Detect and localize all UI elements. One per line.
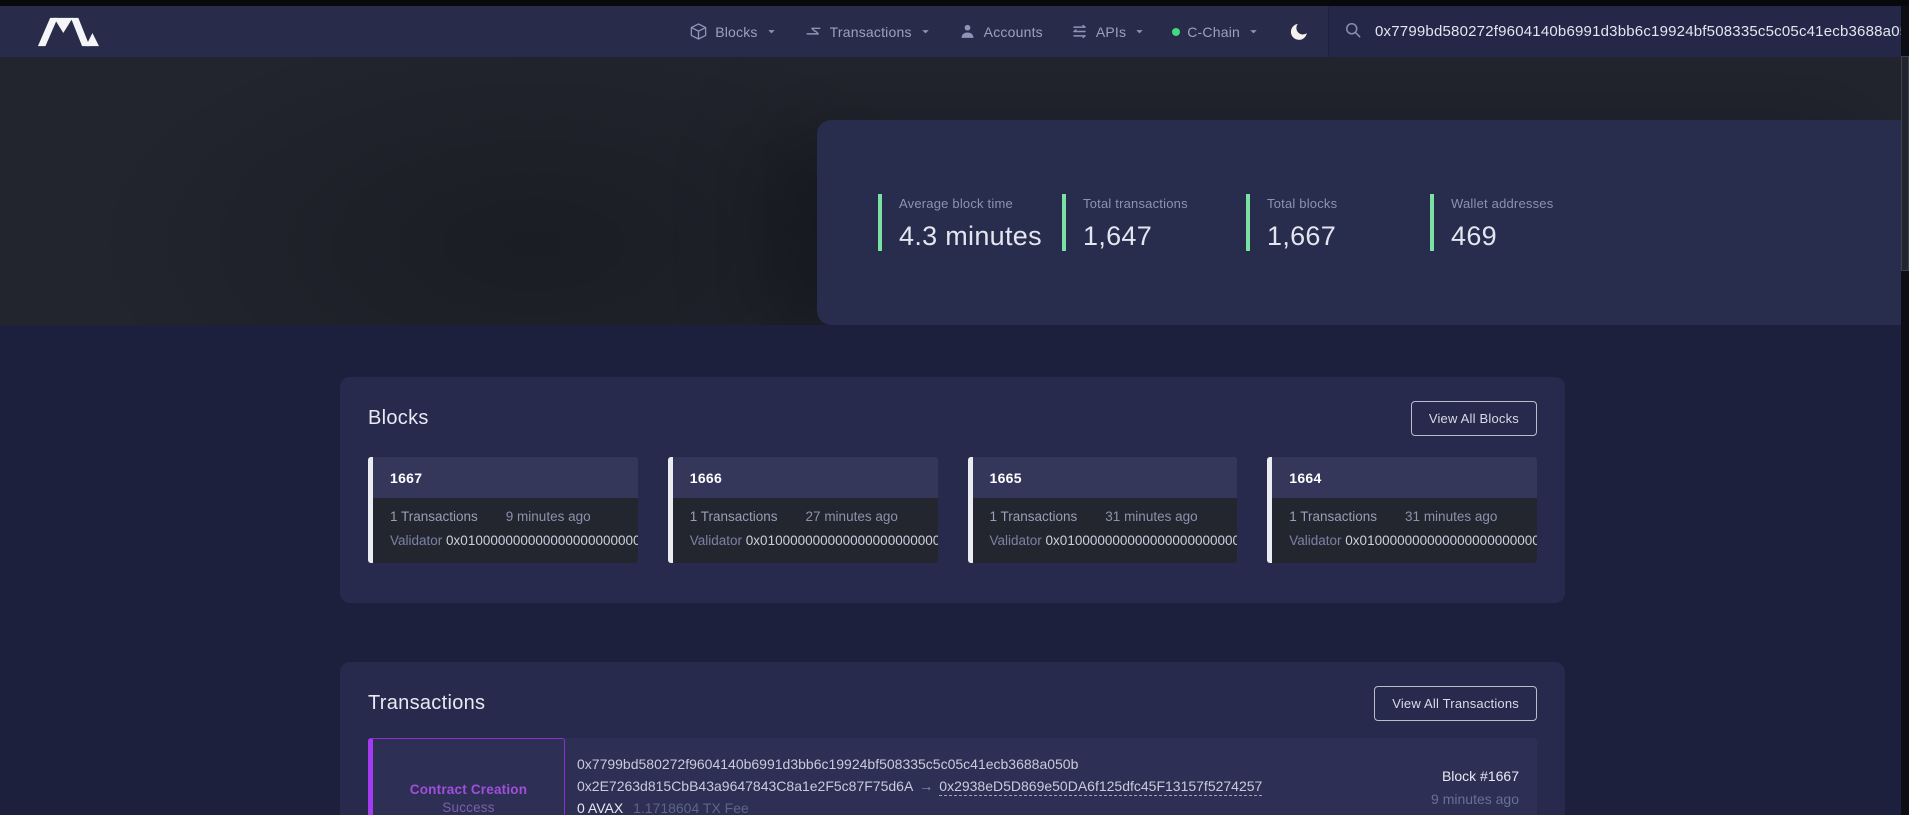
block-time-ago: 9 minutes ago xyxy=(506,509,591,524)
view-all-transactions-button[interactable]: View All Transactions xyxy=(1374,686,1537,721)
block-card[interactable]: 1664 1 Transactions 31 minutes ago Valid… xyxy=(1267,457,1537,563)
nav-blocks[interactable]: Blocks xyxy=(689,22,776,41)
api-lines-icon xyxy=(1070,22,1089,41)
nav-label: Transactions xyxy=(830,24,912,40)
transaction-hash[interactable]: 0x7799bd580272f9604140b6991d3bb6c19924bf… xyxy=(577,753,1332,775)
chevron-down-icon xyxy=(920,26,931,37)
transaction-time-ago: 9 minutes ago xyxy=(1332,791,1519,807)
hero-section: Average block time 4.3 minutes Total tra… xyxy=(0,57,1909,325)
chevron-down-icon xyxy=(1134,26,1145,37)
search-input[interactable]: 0x7799bd580272f9604140b6991d3bb6c19924bf… xyxy=(1328,6,1901,57)
blocks-title: Blocks xyxy=(368,407,429,430)
block-card[interactable]: 1667 1 Transactions 9 minutes ago Valida… xyxy=(368,457,638,563)
view-all-blocks-button[interactable]: View All Blocks xyxy=(1411,401,1537,436)
search-value: 0x7799bd580272f9604140b6991d3bb6c19924bf… xyxy=(1375,23,1901,40)
stats-panel: Average block time 4.3 minutes Total tra… xyxy=(817,120,1909,325)
avalanche-logo[interactable] xyxy=(37,15,99,49)
blocks-section-header: Blocks View All Blocks xyxy=(340,377,1565,436)
nav-accounts[interactable]: Accounts xyxy=(958,22,1043,41)
block-number: 1664 xyxy=(1272,457,1537,498)
stat-label: Wallet addresses xyxy=(1451,194,1614,211)
validator-label: Validator xyxy=(1289,533,1341,548)
validator-address: 0x0100000000000000000000000... xyxy=(1345,533,1537,548)
nav-apis[interactable]: APIs xyxy=(1070,22,1145,41)
transaction-fee: 1.1718604 TX Fee xyxy=(633,800,749,815)
transaction-type: Contract Creation xyxy=(410,782,527,797)
block-number: 1665 xyxy=(973,457,1238,498)
avalanche-logo-mark xyxy=(37,15,99,49)
transaction-row[interactable]: Contract Creation Success 0x7799bd580272… xyxy=(368,738,1537,815)
block-link[interactable]: Block #1667 xyxy=(1332,768,1519,784)
moon-icon xyxy=(1288,21,1310,43)
stat-value: 4.3 minutes xyxy=(899,223,1062,251)
block-card-body: 1 Transactions 31 minutes ago Validator … xyxy=(1272,498,1537,563)
nav-label: C-Chain xyxy=(1187,24,1240,40)
block-card[interactable]: 1665 1 Transactions 31 minutes ago Valid… xyxy=(968,457,1238,563)
block-card[interactable]: 1666 1 Transactions 27 minutes ago Valid… xyxy=(668,457,938,563)
block-card-body: 1 Transactions 9 minutes ago Validator 0… xyxy=(373,498,638,563)
blocks-section: Blocks View All Blocks 1667 1 Transactio… xyxy=(340,377,1565,603)
block-card-body: 1 Transactions 31 minutes ago Validator … xyxy=(973,498,1238,563)
transfer-icon xyxy=(804,22,823,41)
stat-value: 1,667 xyxy=(1267,223,1430,251)
to-address-link[interactable]: 0x2938eD5D869e50DA6f125dfc45F13157f52742… xyxy=(939,778,1262,796)
theme-toggle[interactable] xyxy=(1288,21,1310,43)
cube-icon xyxy=(689,22,708,41)
nav-label: Accounts xyxy=(984,24,1043,40)
block-tx-count: 1 Transactions xyxy=(990,509,1078,524)
block-number: 1667 xyxy=(373,457,638,498)
nav-label: Blocks xyxy=(715,24,757,40)
chevron-down-icon xyxy=(1248,26,1259,37)
validator-label: Validator xyxy=(990,533,1042,548)
validator-label: Validator xyxy=(390,533,442,548)
block-number: 1666 xyxy=(673,457,938,498)
transaction-meta: Block #1667 9 minutes ago xyxy=(1332,738,1537,815)
arrow-right-icon: → xyxy=(919,778,933,794)
main-nav: Blocks Transactions xyxy=(689,21,1310,43)
stat-wallet-addresses: Wallet addresses 469 xyxy=(1430,194,1614,251)
scrollbar-thumb[interactable] xyxy=(1901,56,1909,271)
block-card-body: 1 Transactions 27 minutes ago Validator … xyxy=(673,498,938,563)
scrollbar[interactable] xyxy=(1901,6,1909,815)
stat-label: Total blocks xyxy=(1267,194,1430,211)
transactions-title: Transactions xyxy=(368,692,485,715)
stats-row: Average block time 4.3 minutes Total tra… xyxy=(878,194,1614,251)
validator-address: 0x0100000000000000000000000... xyxy=(446,533,638,548)
stat-value: 1,647 xyxy=(1083,223,1246,251)
nav-label: APIs xyxy=(1096,24,1126,40)
stat-label: Average block time xyxy=(899,194,1062,211)
block-tx-count: 1 Transactions xyxy=(690,509,778,524)
person-icon xyxy=(958,22,977,41)
nav-c-chain[interactable]: C-Chain xyxy=(1172,24,1259,40)
stat-average-block-time: Average block time 4.3 minutes xyxy=(878,194,1062,251)
transaction-type-badge: Contract Creation Success xyxy=(368,738,565,815)
block-card-row: 1667 1 Transactions 9 minutes ago Valida… xyxy=(340,436,1565,563)
validator-address: 0x0100000000000000000000000... xyxy=(1046,533,1238,548)
transaction-amount: 0 AVAX xyxy=(577,800,623,815)
transactions-section: Transactions View All Transactions Contr… xyxy=(340,662,1565,815)
block-tx-count: 1 Transactions xyxy=(1289,509,1377,524)
transaction-status: Success xyxy=(442,800,494,815)
chevron-down-icon xyxy=(766,26,777,37)
block-tx-count: 1 Transactions xyxy=(390,509,478,524)
transaction-details: 0x7799bd580272f9604140b6991d3bb6c19924bf… xyxy=(565,738,1332,815)
stat-value: 469 xyxy=(1451,223,1614,251)
stat-total-blocks: Total blocks 1,667 xyxy=(1246,194,1430,251)
stat-label: Total transactions xyxy=(1083,194,1246,211)
validator-address: 0x0100000000000000000000000... xyxy=(746,533,938,548)
nav-transactions[interactable]: Transactions xyxy=(804,22,931,41)
from-address[interactable]: 0x2E7263d815CbB43a9647843C8a1e2F5c87F75d… xyxy=(577,778,913,794)
block-time-ago: 31 minutes ago xyxy=(1105,509,1197,524)
navbar: Blocks Transactions xyxy=(0,6,1909,57)
block-time-ago: 27 minutes ago xyxy=(806,509,898,524)
validator-label: Validator xyxy=(690,533,742,548)
search-icon xyxy=(1343,20,1363,44)
transactions-section-header: Transactions View All Transactions xyxy=(340,662,1565,721)
status-dot-icon xyxy=(1172,28,1180,36)
stat-total-transactions: Total transactions 1,647 xyxy=(1062,194,1246,251)
block-time-ago: 31 minutes ago xyxy=(1405,509,1497,524)
